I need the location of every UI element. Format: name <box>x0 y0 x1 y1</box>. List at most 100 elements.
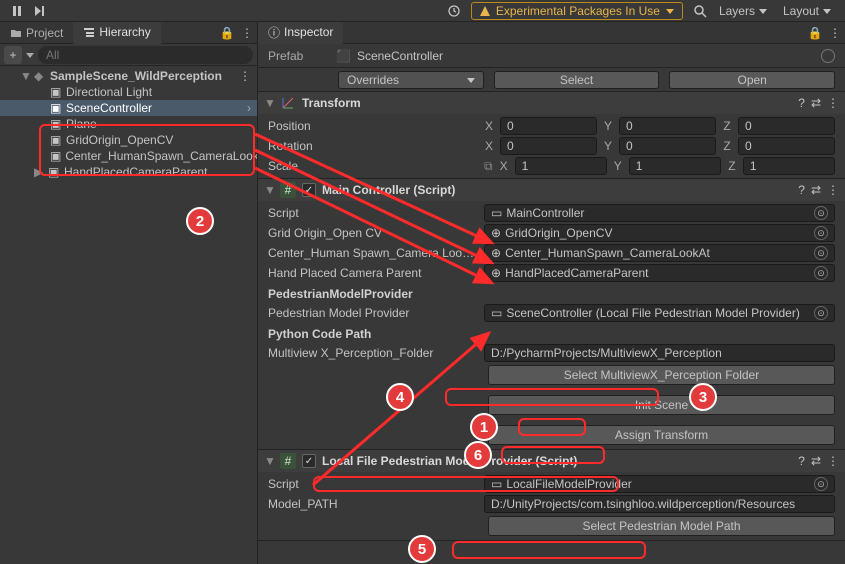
assign-transform-button[interactable]: Assign Transform <box>488 425 835 445</box>
open-button[interactable]: Open <box>669 71 835 89</box>
hierarchy-item[interactable]: ▣GridOrigin_OpenCV <box>0 132 257 148</box>
pos-z[interactable]: 0 <box>738 117 835 135</box>
experimental-label: Experimental Packages In Use <box>496 4 660 18</box>
select-modelpath-button[interactable]: Select Pedestrian Model Path <box>488 516 835 536</box>
lock-icon[interactable]: 🔒 <box>805 22 825 43</box>
tab-hierarchy[interactable]: Hierarchy <box>73 22 160 44</box>
objpicker-icon[interactable]: ⊙ <box>814 226 828 240</box>
hierarchy-item[interactable]: ▣Plane <box>0 116 257 132</box>
script-icon: # <box>280 453 296 469</box>
tab-label: Project <box>26 26 63 40</box>
pos-x[interactable]: 0 <box>500 117 597 135</box>
menu-icon[interactable]: ⋮ <box>827 96 839 110</box>
objpicker-icon[interactable]: ⊙ <box>814 266 828 280</box>
scene-row[interactable]: ▼◆SampleScene_WildPerception⋮ <box>0 68 257 84</box>
script-ref[interactable]: ▭LocalFileModelProvider⊙ <box>484 475 835 493</box>
handcam-ref[interactable]: ⊕HandPlacedCameraParent⊙ <box>484 264 835 282</box>
help-icon[interactable]: ? <box>798 96 805 110</box>
menu-icon[interactable]: ⋮ <box>827 183 839 197</box>
help-icon[interactable]: ? <box>798 454 805 468</box>
position-label: Position <box>268 119 478 133</box>
prop-label: Model_PATH <box>268 497 478 511</box>
tab-inspector[interactable]: ⓘInspector <box>258 22 343 44</box>
add-button[interactable]: + <box>4 46 22 64</box>
hierarchy-item[interactable]: ▣Directional Light <box>0 84 257 100</box>
enable-checkbox[interactable]: ✓ <box>302 454 316 468</box>
prefab-toolbar: Overrides Select Open <box>258 68 845 92</box>
link-icon[interactable]: ⧉ <box>484 159 493 174</box>
layers-dropdown[interactable]: Layers <box>719 4 767 18</box>
layout-label: Layout <box>783 4 819 18</box>
component-title: Local File Pedestrian Model Provider (Sc… <box>322 454 792 468</box>
hierarchy-item[interactable]: ▣SceneController› <box>0 100 257 116</box>
preset-icon[interactable]: ⇄ <box>811 96 821 110</box>
prop-label: Script <box>268 206 478 220</box>
objpicker-icon[interactable]: ⊙ <box>814 477 828 491</box>
history-icon[interactable] <box>445 2 463 20</box>
prop-label: Multiview X_Perception_Folder <box>268 346 478 360</box>
tab-label: Hierarchy <box>99 25 150 39</box>
rot-z[interactable]: 0 <box>738 137 835 155</box>
chevron-down-icon <box>823 7 831 15</box>
pmp-ref[interactable]: ▭SceneController (Local File Pedestrian … <box>484 304 835 322</box>
transform-icon: ⊕ <box>491 266 501 280</box>
rot-x[interactable]: 0 <box>500 137 597 155</box>
btn-label: Assign Transform <box>615 428 708 442</box>
layers-label: Layers <box>719 4 755 18</box>
overrides-dropdown[interactable]: Overrides <box>338 71 484 89</box>
select-folder-button[interactable]: Select MultiviewX_Perception Folder <box>488 365 835 385</box>
pause-icon[interactable] <box>8 2 26 20</box>
section-head: Python Code Path <box>258 323 845 343</box>
btn-label: Select Pedestrian Model Path <box>582 519 740 533</box>
objpicker-icon[interactable]: ⊙ <box>814 206 828 220</box>
objpicker-icon[interactable]: ⊙ <box>814 246 828 260</box>
center-ref[interactable]: ⊕Center_HumanSpawn_CameraLookAt⊙ <box>484 244 835 262</box>
tab-label: Inspector <box>284 25 333 39</box>
transform-icon: ⊕ <box>491 226 501 240</box>
scene-name: SampleScene_WildPerception <box>50 69 222 83</box>
search-input[interactable] <box>38 46 253 64</box>
menu-icon[interactable]: ⋮ <box>827 454 839 468</box>
prefab-ref: ⬛SceneController <box>336 49 811 63</box>
select-button[interactable]: Select <box>494 71 660 89</box>
scl-y[interactable]: 1 <box>629 157 721 175</box>
component-header[interactable]: ▼#✓ Local File Pedestrian Model Provider… <box>258 450 845 472</box>
help-icon[interactable]: ? <box>798 183 805 197</box>
scl-x[interactable]: 1 <box>515 157 607 175</box>
script-ref[interactable]: ▭MainController⊙ <box>484 204 835 222</box>
circle-icon[interactable] <box>821 49 835 63</box>
preset-icon[interactable]: ⇄ <box>811 183 821 197</box>
ref-value: SceneController (Local File Pedestrian M… <box>506 306 799 320</box>
menu-icon[interactable]: ⋮ <box>825 22 845 43</box>
maincontroller-component: ▼#✓ Main Controller (Script) ?⇄⋮ Script▭… <box>258 179 845 450</box>
prefab-icon: ⬛ <box>336 49 351 63</box>
rot-y[interactable]: 0 <box>619 137 716 155</box>
layout-dropdown[interactable]: Layout <box>783 4 831 18</box>
lock-icon[interactable]: 🔒 <box>217 22 237 43</box>
tab-project[interactable]: Project <box>0 22 73 43</box>
item-label: HandPlacedCameraParent <box>64 165 207 179</box>
editor-topbar: Experimental Packages In Use Layers Layo… <box>0 0 845 22</box>
grid-origin-ref[interactable]: ⊕GridOrigin_OpenCV⊙ <box>484 224 835 242</box>
experimental-warning[interactable]: Experimental Packages In Use <box>471 2 683 20</box>
hierarchy-item[interactable]: ▶▣HandPlacedCameraParent <box>0 164 257 180</box>
objpicker-icon[interactable]: ⊙ <box>814 306 828 320</box>
hierarchy-item[interactable]: ▣Center_HumanSpawn_CameraLookAt <box>0 148 257 164</box>
component-header[interactable]: ▼#✓ Main Controller (Script) ?⇄⋮ <box>258 179 845 201</box>
warning-icon <box>480 6 490 16</box>
pcp-field[interactable]: D:/PycharmProjects/MultiviewX_Perception <box>484 344 835 362</box>
init-scene-button[interactable]: Init Scene <box>488 395 835 415</box>
left-tabs: Project Hierarchy 🔒 ⋮ <box>0 22 257 44</box>
enable-checkbox[interactable]: ✓ <box>302 183 316 197</box>
component-header[interactable]: ▼ Transform ?⇄⋮ <box>258 92 845 114</box>
step-icon[interactable] <box>30 2 48 20</box>
scl-z[interactable]: 1 <box>743 157 835 175</box>
ref-value: MainController <box>506 206 584 220</box>
modelpath-field[interactable]: D:/UnityProjects/com.tsinghloo.wildperce… <box>484 495 835 513</box>
hierarchy-tree[interactable]: ▼◆SampleScene_WildPerception⋮ ▣Direction… <box>0 66 257 564</box>
pos-y[interactable]: 0 <box>619 117 716 135</box>
gameobject-icon: ▣ <box>48 165 60 179</box>
menu-icon[interactable]: ⋮ <box>237 22 257 43</box>
preset-icon[interactable]: ⇄ <box>811 454 821 468</box>
search-icon[interactable] <box>691 2 709 20</box>
